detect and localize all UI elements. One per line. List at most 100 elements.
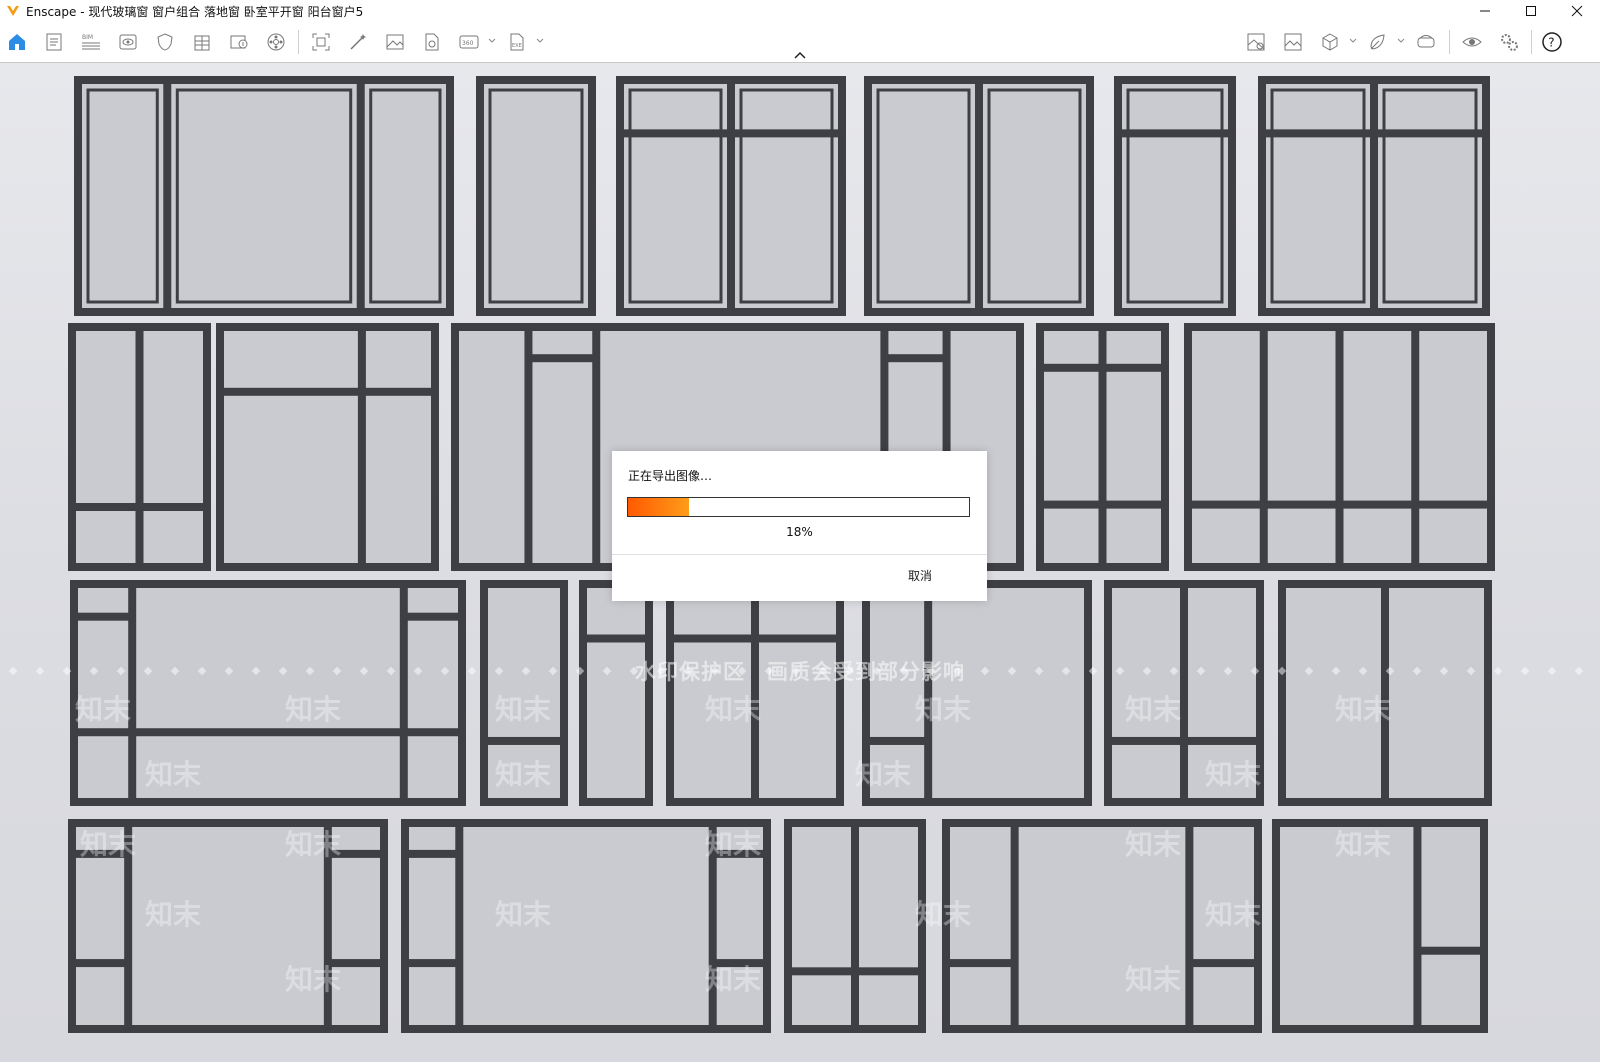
watermark-text: 知末 <box>705 693 762 726</box>
chevron-down-icon[interactable] <box>535 36 545 46</box>
window-transom <box>72 959 129 968</box>
building-button[interactable] <box>190 30 214 54</box>
svg-text:BIM: BIM <box>82 34 93 41</box>
chevron-down-icon[interactable] <box>1348 36 1358 46</box>
window-mullion <box>135 327 144 567</box>
window-mullion <box>1335 327 1344 567</box>
document-button[interactable] <box>420 30 444 54</box>
watermark-text: 知末 <box>705 828 762 861</box>
watermark-text: 知末 <box>1335 693 1392 726</box>
window-mullion <box>1370 80 1378 312</box>
cube-button[interactable] <box>1318 30 1342 54</box>
material-icon <box>1247 33 1265 51</box>
window-transom <box>1040 500 1165 509</box>
window-mullion <box>1259 327 1268 567</box>
window-title: Enscape - 现代玻璃窗 窗户组合 落地窗 卧室平开窗 阳台窗户5 <box>26 4 364 19</box>
watermark-text: 知末 <box>285 693 342 726</box>
view-button[interactable] <box>116 30 140 54</box>
window-controls <box>1462 0 1600 22</box>
image-export-button[interactable] <box>1281 30 1305 54</box>
cancel-button[interactable]: 取消 <box>908 567 932 584</box>
bim-button[interactable]: BIM <box>79 30 103 54</box>
eye-button[interactable] <box>1460 30 1484 54</box>
window-transom <box>670 634 840 643</box>
watermark-text: 知末 <box>285 828 342 861</box>
window-model <box>1114 76 1236 316</box>
watermark-text: 知末 <box>495 758 552 791</box>
window-mullion <box>1413 823 1422 1029</box>
watermark-text: 知末 <box>705 963 762 996</box>
toolbar-separator <box>1531 30 1532 54</box>
export-image-button[interactable] <box>227 30 251 54</box>
watermark-text: 知末 <box>855 758 912 791</box>
window-transom <box>1189 959 1258 968</box>
window-glass <box>74 76 454 316</box>
picture-button[interactable] <box>383 30 407 54</box>
minimize-icon <box>1480 10 1490 12</box>
watermark-text: 知末 <box>1335 828 1392 861</box>
progress-bar <box>627 497 970 517</box>
window-transom <box>528 354 597 363</box>
svg-text:360: 360 <box>462 40 474 47</box>
window-transom <box>405 959 460 968</box>
maximize-button[interactable] <box>1508 0 1554 22</box>
cube-icon <box>1322 33 1338 51</box>
progress-percentage: 18% <box>786 525 813 539</box>
home-button[interactable] <box>5 30 29 54</box>
window-glass <box>216 323 439 571</box>
bim-icon: BIM <box>82 34 100 50</box>
shield-icon <box>157 33 173 51</box>
settings-wheel-button[interactable] <box>264 30 288 54</box>
window-mullion <box>851 823 859 1029</box>
window-mullion <box>1411 327 1420 567</box>
window-model <box>476 76 596 316</box>
magic-wand-icon <box>350 34 366 50</box>
window-mullion <box>356 80 365 312</box>
window-glass <box>579 580 653 806</box>
notes-icon <box>46 33 62 51</box>
window-model <box>616 76 846 316</box>
notes-button[interactable] <box>42 30 66 54</box>
window-model <box>784 819 926 1033</box>
settings-button[interactable] <box>1497 30 1521 54</box>
window-model <box>1036 323 1169 571</box>
asset-library-button[interactable] <box>1366 30 1390 54</box>
watermark-banner: 水印保护区 画质会受到部分影响 <box>635 660 965 684</box>
help-icon: ? <box>1542 32 1562 52</box>
panorama-button[interactable]: 360 <box>457 30 481 54</box>
title-bar: Enscape - 现代玻璃窗 窗户组合 落地窗 卧室平开窗 阳台窗户5 <box>0 0 1600 22</box>
close-button[interactable] <box>1554 0 1600 22</box>
window-transom <box>484 736 564 745</box>
magic-wand-button[interactable] <box>346 30 370 54</box>
enscape-logo-icon <box>7 6 19 16</box>
chevron-down-icon[interactable] <box>1396 36 1406 46</box>
shield-button[interactable] <box>153 30 177 54</box>
window-transom <box>866 736 929 745</box>
window-transom <box>403 612 462 621</box>
window-model <box>216 323 439 571</box>
chevron-down-icon[interactable] <box>487 36 497 46</box>
help-button[interactable]: ? <box>1540 30 1564 54</box>
window-transom <box>788 967 922 976</box>
watermark-text: 知末 <box>495 898 552 931</box>
exe-export-button[interactable]: EXE <box>505 30 529 54</box>
window-transom <box>74 612 133 621</box>
watermark-text: 知末 <box>1125 828 1182 861</box>
settings-wheel-icon <box>267 33 285 51</box>
material-button[interactable] <box>1244 30 1268 54</box>
window-mullion <box>357 327 366 567</box>
settings-gears-icon <box>1501 34 1518 51</box>
vr-headset-button[interactable] <box>1414 30 1438 54</box>
window-transom <box>620 129 842 138</box>
frame-button[interactable] <box>309 30 333 54</box>
window-model <box>864 76 1094 316</box>
toolbar-separator <box>298 30 299 54</box>
image-export-icon <box>1284 33 1302 51</box>
window-glass <box>1114 76 1236 316</box>
frame-icon <box>312 33 330 51</box>
document-icon <box>425 33 439 51</box>
watermark-text: 知末 <box>495 693 552 726</box>
minimize-button[interactable] <box>1462 0 1508 22</box>
collapse-toolbar-icon[interactable] <box>793 50 807 60</box>
window-mullion <box>1180 584 1188 802</box>
